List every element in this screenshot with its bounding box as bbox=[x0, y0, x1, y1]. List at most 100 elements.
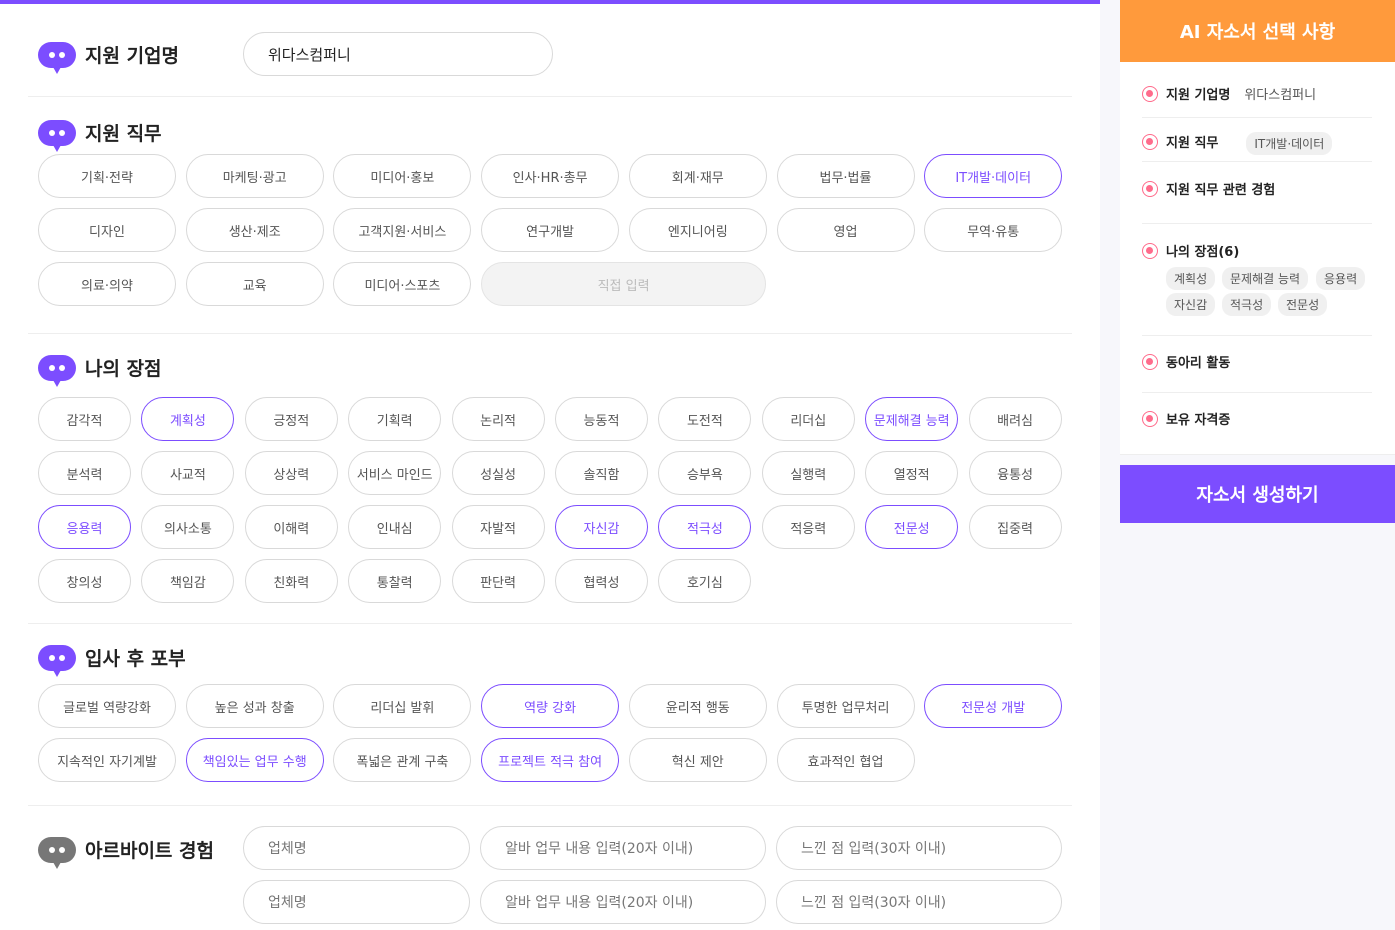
radio-dot-icon bbox=[1142, 85, 1158, 102]
job-option[interactable]: 인사·HR·총무 bbox=[481, 154, 620, 198]
strength-option[interactable]: 창의성 bbox=[38, 559, 131, 603]
job-option[interactable]: 교육 bbox=[185, 262, 324, 306]
aspiration-option[interactable]: 투명한 업무처리 bbox=[776, 684, 915, 728]
strength-option[interactable]: 적응력 bbox=[761, 505, 855, 549]
parttime-company-input[interactable]: 업체명 bbox=[243, 826, 470, 870]
strength-option[interactable]: 친화력 bbox=[244, 559, 338, 603]
section-title-job: 지원 직무 bbox=[38, 119, 162, 152]
strength-option[interactable]: 긍정적 bbox=[244, 397, 338, 441]
strength-option[interactable]: 통찰력 bbox=[348, 559, 442, 603]
aspiration-option[interactable]: 책임있는 업무 수행 bbox=[185, 738, 324, 782]
strength-option[interactable]: 상상력 bbox=[244, 451, 338, 495]
strength-option[interactable]: 분석력 bbox=[38, 451, 131, 495]
summary-sidebar: AI 자소서 선택 사항 지원 기업명 위다스컴퍼니 지원 직무 IT개발·데이… bbox=[1100, 0, 1395, 930]
strength-option[interactable]: 기획력 bbox=[348, 397, 442, 441]
chat-bubble-icon bbox=[38, 119, 76, 152]
strength-option[interactable]: 도전적 bbox=[658, 397, 752, 441]
aspiration-option[interactable]: 혁신 제안 bbox=[628, 738, 767, 782]
aspiration-option[interactable]: 윤리적 행동 bbox=[628, 684, 767, 728]
section-strength: 나의 장점 감각적 계획성 긍정적 기획력 논리적 능동적 도전적 리더십 문제해결 능력 배려심… bbox=[28, 334, 1072, 624]
aspiration-option[interactable]: 역량 강화 bbox=[481, 684, 620, 728]
section-aspiration: 입사 후 포부 글로벌 역량강화 높은 성과 창출 리더십 발휘 역량 강화 윤리적 행… bbox=[28, 624, 1072, 806]
strength-option[interactable]: 사교적 bbox=[141, 451, 235, 495]
job-option[interactable]: 미디어·홍보 bbox=[333, 154, 472, 198]
strength-option[interactable]: 승부욕 bbox=[658, 451, 752, 495]
job-option[interactable]: 생산·제조 bbox=[185, 208, 324, 252]
strength-option[interactable]: 계획성 bbox=[141, 397, 235, 441]
aspiration-option[interactable]: 프로젝트 적극 참여 bbox=[481, 738, 620, 782]
job-option[interactable]: IT개발·데이터 bbox=[924, 154, 1063, 198]
strength-option[interactable]: 자발적 bbox=[451, 505, 545, 549]
summary-company: 지원 기업명 위다스컴퍼니 bbox=[1142, 84, 1316, 103]
aspiration-option[interactable]: 높은 성과 창출 bbox=[185, 684, 324, 728]
strength-option[interactable]: 솔직함 bbox=[555, 451, 648, 495]
strength-option[interactable]: 적극성 bbox=[658, 505, 752, 549]
strength-option[interactable]: 협력성 bbox=[555, 559, 648, 603]
job-option[interactable]: 무역·유통 bbox=[924, 208, 1063, 252]
strength-option[interactable]: 논리적 bbox=[451, 397, 545, 441]
parttime-task-input[interactable]: 알바 업무 내용 입력(20자 이내) bbox=[480, 880, 766, 924]
strength-option[interactable]: 호기심 bbox=[658, 559, 752, 603]
job-option[interactable]: 기획·전략 bbox=[38, 154, 176, 198]
job-option[interactable]: 고객지원·서비스 bbox=[333, 208, 472, 252]
aspiration-option[interactable]: 폭넓은 관계 구축 bbox=[333, 738, 472, 782]
aspiration-option[interactable]: 리더십 발휘 bbox=[333, 684, 472, 728]
strength-option[interactable]: 의사소통 bbox=[141, 505, 235, 549]
summary-experience: 지원 직무 관련 경험 bbox=[1142, 179, 1275, 198]
strength-option[interactable]: 응용력 bbox=[38, 505, 131, 549]
strength-option[interactable]: 성실성 bbox=[451, 451, 545, 495]
company-input[interactable]: 위다스컴퍼니 bbox=[243, 32, 553, 76]
job-direct-input[interactable]: 직접 입력 bbox=[481, 262, 767, 306]
job-option[interactable]: 영업 bbox=[776, 208, 915, 252]
strength-option[interactable]: 이해력 bbox=[244, 505, 338, 549]
job-option[interactable]: 연구개발 bbox=[481, 208, 620, 252]
summary-strength: 나의 장점(6) bbox=[1142, 241, 1239, 260]
parttime-company-input[interactable]: 업체명 bbox=[243, 880, 470, 924]
job-option[interactable]: 미디어·스포츠 bbox=[333, 262, 472, 306]
parttime-feel-input[interactable]: 느낀 점 입력(30자 이내) bbox=[776, 880, 1062, 924]
aspiration-option[interactable]: 전문성 개발 bbox=[924, 684, 1063, 728]
job-option[interactable]: 엔지니어링 bbox=[628, 208, 767, 252]
strength-option[interactable]: 인내심 bbox=[348, 505, 442, 549]
section-title-company: 지원 기업명 bbox=[38, 41, 179, 74]
section-parttime: 아르바이트 경험 업체명 알바 업무 내용 입력(20자 이내) 느낀 점 입력… bbox=[28, 806, 1072, 930]
aspiration-option[interactable]: 지속적인 자기계발 bbox=[38, 738, 176, 782]
job-option[interactable]: 디자인 bbox=[38, 208, 176, 252]
aspiration-option[interactable]: 효과적인 협업 bbox=[776, 738, 915, 782]
strength-option[interactable]: 자신감 bbox=[555, 505, 648, 549]
radio-dot-icon bbox=[1142, 180, 1158, 197]
strength-option[interactable]: 배려심 bbox=[968, 397, 1062, 441]
parttime-feel-input[interactable]: 느낀 점 입력(30자 이내) bbox=[776, 826, 1062, 870]
job-option[interactable]: 마케팅·광고 bbox=[185, 154, 324, 198]
summary-club: 동아리 활동 bbox=[1142, 352, 1230, 371]
parttime-task-input[interactable]: 알바 업무 내용 입력(20자 이내) bbox=[480, 826, 766, 870]
generate-cover-letter-button[interactable]: 자소서 생성하기 bbox=[1120, 465, 1395, 523]
job-option[interactable]: 회계·재무 bbox=[628, 154, 767, 198]
sidebar-title: AI 자소서 선택 사항 bbox=[1120, 0, 1395, 62]
strength-option[interactable]: 전문성 bbox=[865, 505, 959, 549]
section-company: 지원 기업명 위다스컴퍼니 bbox=[28, 4, 1072, 97]
section-job: 지원 직무 기획·전략 마케팅·광고 미디어·홍보 인사·HR·총무 회계·재무 법무·법… bbox=[28, 97, 1072, 334]
chat-bubble-icon bbox=[38, 354, 76, 387]
strength-option[interactable]: 감각적 bbox=[38, 397, 131, 441]
form-main: 지원 기업명 위다스컴퍼니 지원 직무 기획·전략 마케팅·광고 미디어·홍보 인사·… bbox=[28, 4, 1072, 930]
strength-option[interactable]: 문제해결 능력 bbox=[865, 397, 959, 441]
radio-dot-icon bbox=[1142, 133, 1158, 150]
strength-option[interactable]: 융통성 bbox=[968, 451, 1062, 495]
strength-option[interactable]: 능동적 bbox=[555, 397, 648, 441]
job-option[interactable]: 의료·의약 bbox=[38, 262, 176, 306]
strength-option[interactable]: 집중력 bbox=[968, 505, 1062, 549]
strength-option[interactable]: 실행력 bbox=[761, 451, 855, 495]
strength-option[interactable]: 판단력 bbox=[451, 559, 545, 603]
job-option[interactable]: 법무·법률 bbox=[776, 154, 915, 198]
strength-option[interactable]: 열정적 bbox=[865, 451, 959, 495]
strength-option[interactable]: 책임감 bbox=[141, 559, 235, 603]
radio-dot-icon bbox=[1142, 353, 1158, 370]
strength-option[interactable]: 서비스 마인드 bbox=[348, 451, 442, 495]
section-title-parttime: 아르바이트 경험 bbox=[38, 836, 214, 869]
radio-dot-icon bbox=[1142, 410, 1158, 427]
section-title-strength: 나의 장점 bbox=[38, 354, 162, 387]
strength-option[interactable]: 리더십 bbox=[761, 397, 855, 441]
aspiration-option[interactable]: 글로벌 역량강화 bbox=[38, 684, 176, 728]
section-title-aspiration: 입사 후 포부 bbox=[38, 644, 186, 677]
